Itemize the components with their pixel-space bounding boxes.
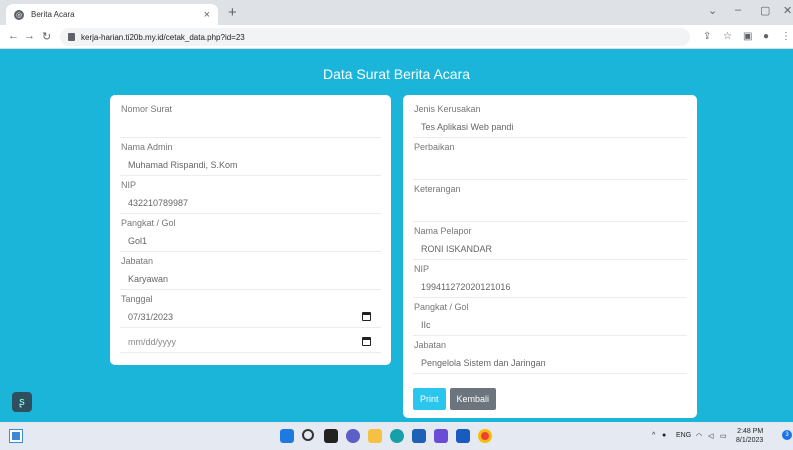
clock-time: 2:48 PM [737, 428, 764, 435]
bookmark-star-icon[interactable]: ☆ [723, 31, 732, 42]
field-label: Pangkat / Gol [121, 218, 176, 228]
field-value[interactable]: 199411272020121016 [413, 276, 687, 298]
field-pangkat-gol: Pangkat / Gol Gol1 [120, 217, 381, 252]
widgets-icon[interactable] [9, 429, 23, 443]
field-label: Jabatan [121, 256, 154, 266]
field-nama-admin: Nama Admin Muhamad Rispandi, S.Kom [120, 141, 381, 176]
field-jabatan: Jabatan Karyawan [120, 255, 381, 290]
url-input[interactable]: kerja-harian.ti20b.my.id/cetak_data.php?… [60, 28, 690, 46]
back-arrow-icon[interactable]: ← [8, 30, 19, 42]
notification-badge[interactable]: 3 [782, 430, 792, 440]
field-value[interactable]: IIc [413, 314, 687, 336]
field-label: Perbaikan [414, 142, 455, 152]
calendar-icon[interactable] [362, 312, 371, 321]
date-value: 07/31/2023 [128, 312, 174, 322]
browser-tab-bar: ◎ Berita Acara × + ⌄ – ▢ ✕ [0, 0, 793, 25]
left-form-card: Nomor Surat Nama Admin Muhamad Rispandi,… [110, 95, 391, 365]
field-pangkat-gol-pelapor: Pangkat / Gol IIc [413, 301, 687, 336]
date-input-empty[interactable]: mm/dd/yyyy [120, 331, 381, 353]
language-indicator[interactable]: ENG [676, 432, 691, 439]
field-keterangan: Keterangan [413, 183, 687, 222]
date-placeholder: mm/dd/yyyy [128, 337, 177, 347]
tray-app-icon[interactable]: ● [662, 432, 666, 439]
field-label: Tanggal [121, 294, 153, 304]
reload-icon[interactable]: ↻ [42, 30, 51, 43]
field-label: NIP [121, 180, 137, 190]
field-label: Nomor Surat [121, 104, 173, 114]
field-label: Nama Admin [121, 142, 173, 152]
forward-arrow-icon[interactable]: → [24, 30, 35, 42]
field-value[interactable]: Karyawan [120, 268, 381, 290]
field-label: Jenis Kerusakan [414, 104, 481, 114]
edge-icon[interactable] [390, 429, 404, 443]
field-jenis-kerusakan: Jenis Kerusakan Tes Aplikasi Web pandi [413, 103, 687, 138]
system-clock[interactable]: 2:48 PM 8/1/2023 [736, 427, 763, 445]
browser-tab[interactable]: ◎ Berita Acara × [6, 4, 218, 25]
tab-title: Berita Acara [31, 10, 75, 19]
windows-start-icon[interactable] [280, 429, 294, 443]
task-view-icon[interactable] [324, 429, 338, 443]
field-value[interactable]: RONI ISKANDAR [413, 238, 687, 260]
field-nomor-surat: Nomor Surat [120, 103, 381, 138]
calendar-icon[interactable] [362, 337, 371, 346]
field-label: NIP [414, 264, 430, 274]
field-value[interactable] [413, 196, 687, 222]
minimize-icon[interactable]: – [735, 4, 741, 16]
field-perbaikan: Perbaikan [413, 141, 687, 180]
field-value[interactable]: Muhamad Rispandi, S.Kom [120, 154, 381, 176]
close-window-icon[interactable]: ✕ [783, 4, 792, 17]
sidebar-icon[interactable]: ▣ [743, 31, 752, 42]
print-button[interactable]: Print [413, 388, 446, 410]
tab-close-icon[interactable]: × [204, 9, 210, 21]
chevron-up-icon[interactable]: ^ [652, 432, 655, 439]
field-nama-pelapor: Nama Pelapor RONI ISKANDAR [413, 225, 687, 260]
action-buttons: Print Kembali [413, 388, 687, 410]
profile-icon[interactable]: ● [763, 31, 769, 42]
field-value[interactable]: Gol1 [120, 230, 381, 252]
field-tanggal: Tanggal 07/31/2023 mm/dd/yyyy [120, 293, 381, 353]
windows-taskbar: ^ ● ENG ◠ ◁ ▭ 2:48 PM 8/1/2023 3 [0, 422, 793, 450]
field-label: Nama Pelapor [414, 226, 472, 236]
address-bar: ← → ↻ kerja-harian.ti20b.my.id/cetak_dat… [0, 25, 793, 49]
field-label: Jabatan [414, 340, 447, 350]
globe-icon: ◎ [14, 9, 24, 20]
menu-kebab-icon[interactable]: ⋮ [781, 31, 791, 42]
wifi-icon[interactable]: ◠ [696, 432, 702, 440]
lock-icon [68, 33, 75, 41]
search-icon[interactable] [302, 429, 314, 441]
battery-icon[interactable]: ▭ [720, 432, 727, 440]
chevron-down-icon[interactable]: ⌄ [708, 4, 717, 17]
new-tab-icon[interactable]: + [228, 4, 237, 21]
field-value[interactable]: Pengelola Sistem dan Jaringan [413, 352, 687, 374]
field-value[interactable]: 432210789987 [120, 192, 381, 214]
date-input[interactable]: 07/31/2023 [120, 306, 381, 328]
back-button[interactable]: Kembali [449, 388, 497, 410]
field-value[interactable]: Tes Aplikasi Web pandi [413, 116, 687, 138]
share-icon[interactable]: ⇪ [703, 31, 711, 42]
field-label: Keterangan [414, 184, 461, 194]
volume-icon[interactable]: ◁ [708, 432, 713, 440]
word-icon[interactable] [456, 429, 470, 443]
file-explorer-icon[interactable] [368, 429, 382, 443]
url-text: kerja-harian.ti20b.my.id/cetak_data.php?… [81, 32, 245, 42]
field-label: Pangkat / Gol [414, 302, 469, 312]
field-jabatan-pelapor: Jabatan Pengelola Sistem dan Jaringan [413, 339, 687, 374]
page-title: Data Surat Berita Acara [322, 66, 471, 82]
field-value[interactable] [413, 154, 687, 180]
floating-widget-icon[interactable]: ʂ [12, 392, 32, 412]
field-nip: NIP 432210789987 [120, 179, 381, 214]
clock-date: 8/1/2023 [736, 437, 764, 444]
field-nip-pelapor: NIP 199411272020121016 [413, 263, 687, 298]
app-icon[interactable] [434, 429, 448, 443]
store-icon[interactable] [412, 429, 426, 443]
field-value[interactable] [120, 116, 381, 138]
maximize-icon[interactable]: ▢ [760, 4, 770, 17]
chat-icon[interactable] [346, 429, 360, 443]
right-form-card: Jenis Kerusakan Tes Aplikasi Web pandi P… [403, 95, 697, 418]
chrome-icon[interactable] [478, 429, 492, 443]
